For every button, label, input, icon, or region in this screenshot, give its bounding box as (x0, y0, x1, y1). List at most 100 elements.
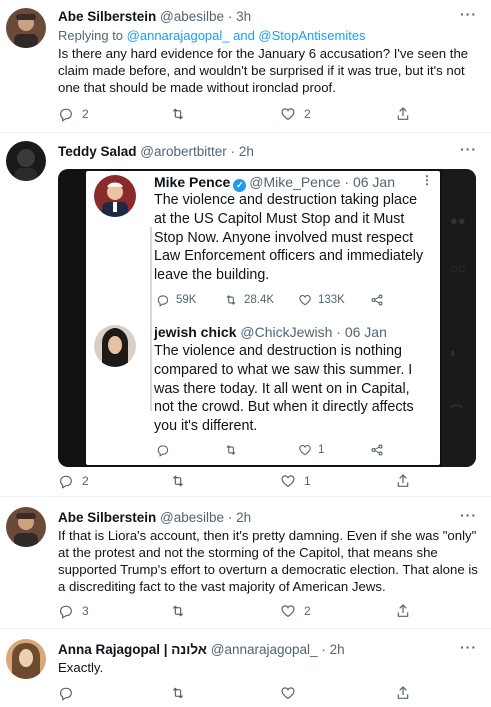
separator: · (227, 9, 233, 24)
tweet-header: Teddy Salad @arobertbitter · 2h (58, 143, 254, 161)
like-icon (281, 687, 295, 700)
quote-reply: 59K (156, 293, 196, 307)
tweet-image[interactable]: Mike Pence ✓ @Mike_Pence · 06 Jan ⋮ The vi… (58, 169, 476, 467)
retweet-icon (172, 108, 184, 120)
like-count: 1 (318, 444, 325, 456)
reply-count: 59K (176, 294, 197, 306)
quote-author-handle: @Mike_Pence · 06 Jan (249, 174, 395, 190)
tweet[interactable]: Anna Rajagopal | אלונה @annarajagopal_ ·… (0, 629, 491, 707)
reply-button[interactable] (58, 685, 82, 701)
avatar[interactable] (6, 507, 46, 547)
author-name[interactable]: Abe Silberstein (58, 9, 156, 24)
timestamp[interactable]: 2h (236, 510, 251, 525)
like-button[interactable]: 2 (280, 603, 311, 619)
like-count: 2 (304, 604, 311, 618)
share-button[interactable] (395, 473, 411, 489)
avatar[interactable] (6, 8, 46, 48)
like-button[interactable] (280, 685, 304, 701)
author-name[interactable]: Abe Silberstein (58, 510, 156, 525)
share-icon (397, 604, 409, 617)
author-name[interactable]: Anna Rajagopal | אלונה (58, 642, 207, 657)
like-icon (281, 475, 295, 488)
like-button[interactable]: 2 (280, 106, 311, 122)
tweet-actions: 2 1 (50, 473, 470, 493)
quote-like: 1 (298, 443, 324, 457)
tweet-text: If that is Liora's account, then it's pr… (58, 528, 478, 594)
replying-to-link[interactable]: @annarajagopal_ and @StopAntisemites (127, 28, 366, 43)
author-name[interactable]: Teddy Salad (58, 144, 137, 159)
reply-icon (157, 295, 169, 307)
share-icon (397, 474, 409, 487)
quote-retweet (224, 443, 244, 457)
quote-author: Mike Pence ✓ @Mike_Pence · 06 Jan (154, 174, 395, 192)
retweet-button[interactable] (170, 603, 194, 619)
quote-author-name: jewish chick (154, 324, 237, 340)
avatar[interactable] (6, 141, 46, 181)
retweet-button[interactable] (170, 106, 194, 122)
replying-to-label: Replying to (58, 28, 124, 43)
tweet[interactable]: Abe Silberstein @abesilbe · 3h ··· Reply… (0, 0, 491, 132)
retweet-icon (172, 475, 184, 487)
reply-button[interactable]: 2 (58, 106, 89, 122)
separator: · (227, 510, 233, 525)
share-button[interactable] (395, 603, 411, 619)
share-icon (371, 444, 383, 456)
avatar[interactable] (6, 639, 46, 679)
tweet-header: Anna Rajagopal | אלונה @annarajagopal_ ·… (58, 641, 345, 659)
like-icon (281, 108, 295, 121)
author-handle[interactable]: @abesilbe (160, 510, 224, 525)
reply-count: 2 (82, 107, 89, 121)
quote-share (370, 443, 384, 457)
retweet-button[interactable] (170, 473, 194, 489)
like-icon (299, 295, 311, 306)
separator: · (230, 144, 236, 159)
reply-icon (60, 687, 72, 701)
like-icon (281, 605, 295, 618)
like-count: 1 (304, 474, 311, 488)
reply-count: 2 (82, 474, 89, 488)
tweet-header: Abe Silberstein @abesilbe · 3h (58, 8, 251, 26)
quote-text: The violence and destruction taking plac… (154, 192, 424, 284)
author-handle[interactable]: @abesilbe (160, 9, 224, 24)
tweet[interactable]: Teddy Salad @arobertbitter · 2h ··· Mike… (0, 133, 491, 495)
tweet[interactable]: Abe Silberstein @abesilbe · 2h ··· If th… (0, 497, 491, 621)
quote-author: jewish chick @ChickJewish · 06 Jan (154, 324, 387, 340)
like-button[interactable]: 1 (280, 473, 311, 489)
quote-share (370, 293, 384, 307)
share-button[interactable] (395, 685, 411, 701)
retweet-icon (172, 687, 184, 699)
quote-retweet: 28.4K (224, 293, 274, 307)
reply-icon (60, 605, 72, 619)
embedded-screenshot: Mike Pence ✓ @Mike_Pence · 06 Jan ⋮ The vi… (86, 171, 440, 465)
timestamp[interactable]: 2h (239, 144, 254, 159)
reply-count: 3 (82, 604, 89, 618)
tweet-text: Exactly. (58, 660, 104, 675)
avatar (94, 325, 136, 367)
quote-author-handle: @ChickJewish · 06 Jan (240, 324, 387, 340)
quote-reply (156, 443, 176, 457)
timestamp[interactable]: 2h (330, 642, 345, 657)
more-icon[interactable]: ··· (460, 6, 477, 22)
more-icon: ⋮ (421, 173, 434, 187)
more-icon[interactable]: ··· (460, 507, 477, 523)
tweet-actions: 2 2 (50, 106, 470, 126)
quote-author-name: Mike Pence (154, 174, 231, 190)
share-icon (371, 294, 383, 306)
reply-icon (157, 445, 169, 457)
share-button[interactable] (395, 106, 411, 122)
retweet-button[interactable] (170, 685, 194, 701)
replying-to: Replying to @annarajagopal_ and @StopAnt… (58, 27, 366, 44)
reply-button[interactable]: 2 (58, 473, 89, 489)
tweet-actions: 3 2 (50, 603, 470, 623)
retweet-icon (226, 295, 236, 305)
like-icon (299, 445, 311, 456)
author-handle[interactable]: @annarajagopal_ (211, 642, 318, 657)
author-handle[interactable]: @arobertbitter (140, 144, 227, 159)
more-icon[interactable]: ··· (460, 639, 477, 655)
reply-button[interactable]: 3 (58, 603, 89, 619)
reply-icon (60, 475, 72, 489)
more-icon[interactable]: ··· (460, 141, 477, 157)
timestamp[interactable]: 3h (236, 9, 251, 24)
like-count: 133K (318, 294, 345, 306)
like-count: 2 (304, 107, 311, 121)
